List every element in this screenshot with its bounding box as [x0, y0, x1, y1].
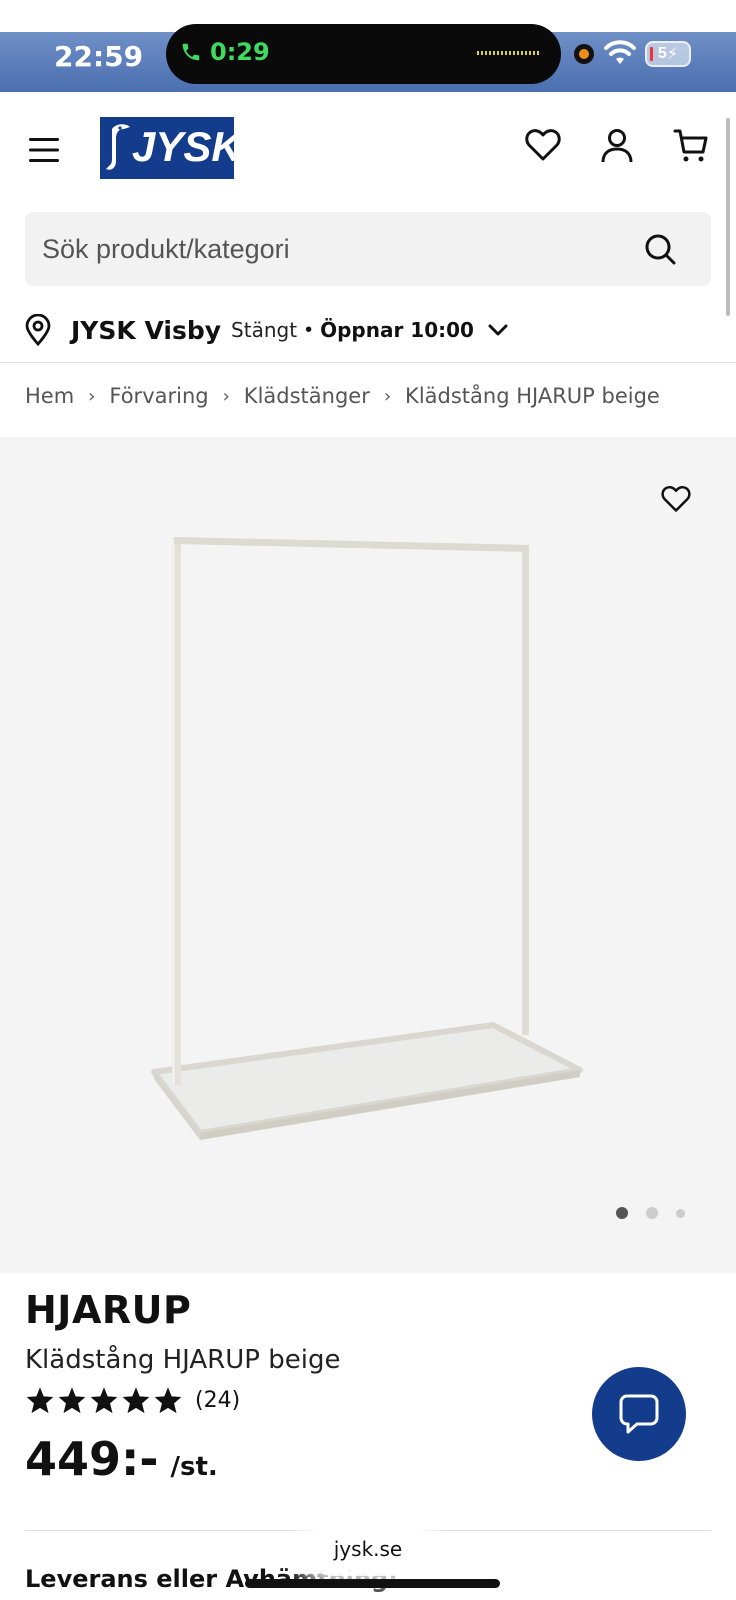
menu-icon[interactable]: [28, 137, 60, 163]
recording-indicator: [574, 44, 594, 64]
product-rating[interactable]: (24): [25, 1386, 240, 1414]
product-image-clothes-rack: [151, 537, 583, 1140]
star-icon: [122, 1387, 150, 1414]
star-icon: [26, 1387, 54, 1414]
chevron-right-icon: ›: [222, 385, 230, 407]
header-divider: [0, 362, 736, 363]
review-count: (24): [195, 1387, 241, 1413]
product-price: 449:- /st.: [25, 1432, 218, 1486]
star-icon: [58, 1387, 86, 1414]
gallery-dot-1[interactable]: [616, 1207, 628, 1219]
star-icon: [154, 1387, 182, 1414]
phone-icon: [182, 43, 200, 61]
logo-text: JYSK: [132, 123, 242, 170]
search-input[interactable]: [42, 212, 622, 286]
breadcrumb-item-kladstanger[interactable]: Klädstänger: [244, 384, 370, 408]
cart-icon[interactable]: [673, 128, 709, 164]
search-bar: [25, 212, 711, 286]
bird-logo-icon: [106, 124, 130, 170]
audio-wave: [477, 51, 541, 55]
store-selector[interactable]: JYSK Visby Stängt • Öppnar 10:00: [25, 308, 508, 352]
breadcrumb-item-forvaring[interactable]: Förvaring: [109, 384, 208, 408]
browser-url-bar[interactable]: jysk.se: [305, 1522, 431, 1576]
dynamic-island[interactable]: 0:29: [166, 24, 561, 84]
product-brand: HJARUP: [25, 1288, 192, 1332]
store-opening-time: Öppnar 10:00: [320, 318, 474, 342]
store-separator: •: [305, 318, 313, 341]
product-image-gallery[interactable]: [0, 437, 736, 1273]
chat-bubble-icon: [619, 1394, 659, 1434]
gallery-dot-2[interactable]: [646, 1207, 658, 1219]
search-icon[interactable]: [643, 232, 677, 266]
store-status: Stängt: [231, 318, 298, 342]
chat-button[interactable]: [592, 1367, 686, 1461]
star-icon: [90, 1387, 118, 1414]
browser-url: jysk.se: [333, 1537, 403, 1561]
call-duration: 0:29: [210, 38, 270, 66]
site-header: JYSK: [0, 92, 736, 204]
chevron-down-icon: [488, 324, 508, 336]
scrollbar[interactable]: [726, 118, 730, 316]
wifi-icon: [604, 40, 636, 64]
home-indicator[interactable]: [245, 1579, 500, 1588]
breadcrumb: Hem › Förvaring › Klädstänger › Klädstån…: [25, 384, 660, 408]
price-value: 449:-: [25, 1432, 159, 1486]
gallery-pagination: [616, 1207, 685, 1219]
call-indicator: 0:29: [180, 38, 270, 66]
status-time: 22:59: [54, 40, 144, 73]
chevron-right-icon: ›: [88, 385, 96, 407]
account-icon[interactable]: [600, 128, 634, 164]
price-unit: /st.: [170, 1452, 218, 1482]
wishlist-heart-icon[interactable]: [525, 128, 561, 162]
battery-level: 5: [657, 45, 667, 62]
breadcrumb-item-current: Klädstång HJARUP beige: [405, 384, 660, 408]
product-name: Klädstång HJARUP beige: [25, 1345, 341, 1375]
chevron-right-icon: ›: [383, 385, 392, 407]
location-pin-icon: [25, 314, 51, 346]
breadcrumb-item-home[interactable]: Hem: [25, 384, 74, 408]
favorite-heart-icon[interactable]: [661, 485, 691, 513]
jysk-logo[interactable]: JYSK: [100, 117, 242, 179]
gallery-dot-3[interactable]: [676, 1208, 685, 1218]
battery-icon: 5 ⚡: [645, 41, 691, 67]
store-name: JYSK Visby: [71, 315, 222, 345]
